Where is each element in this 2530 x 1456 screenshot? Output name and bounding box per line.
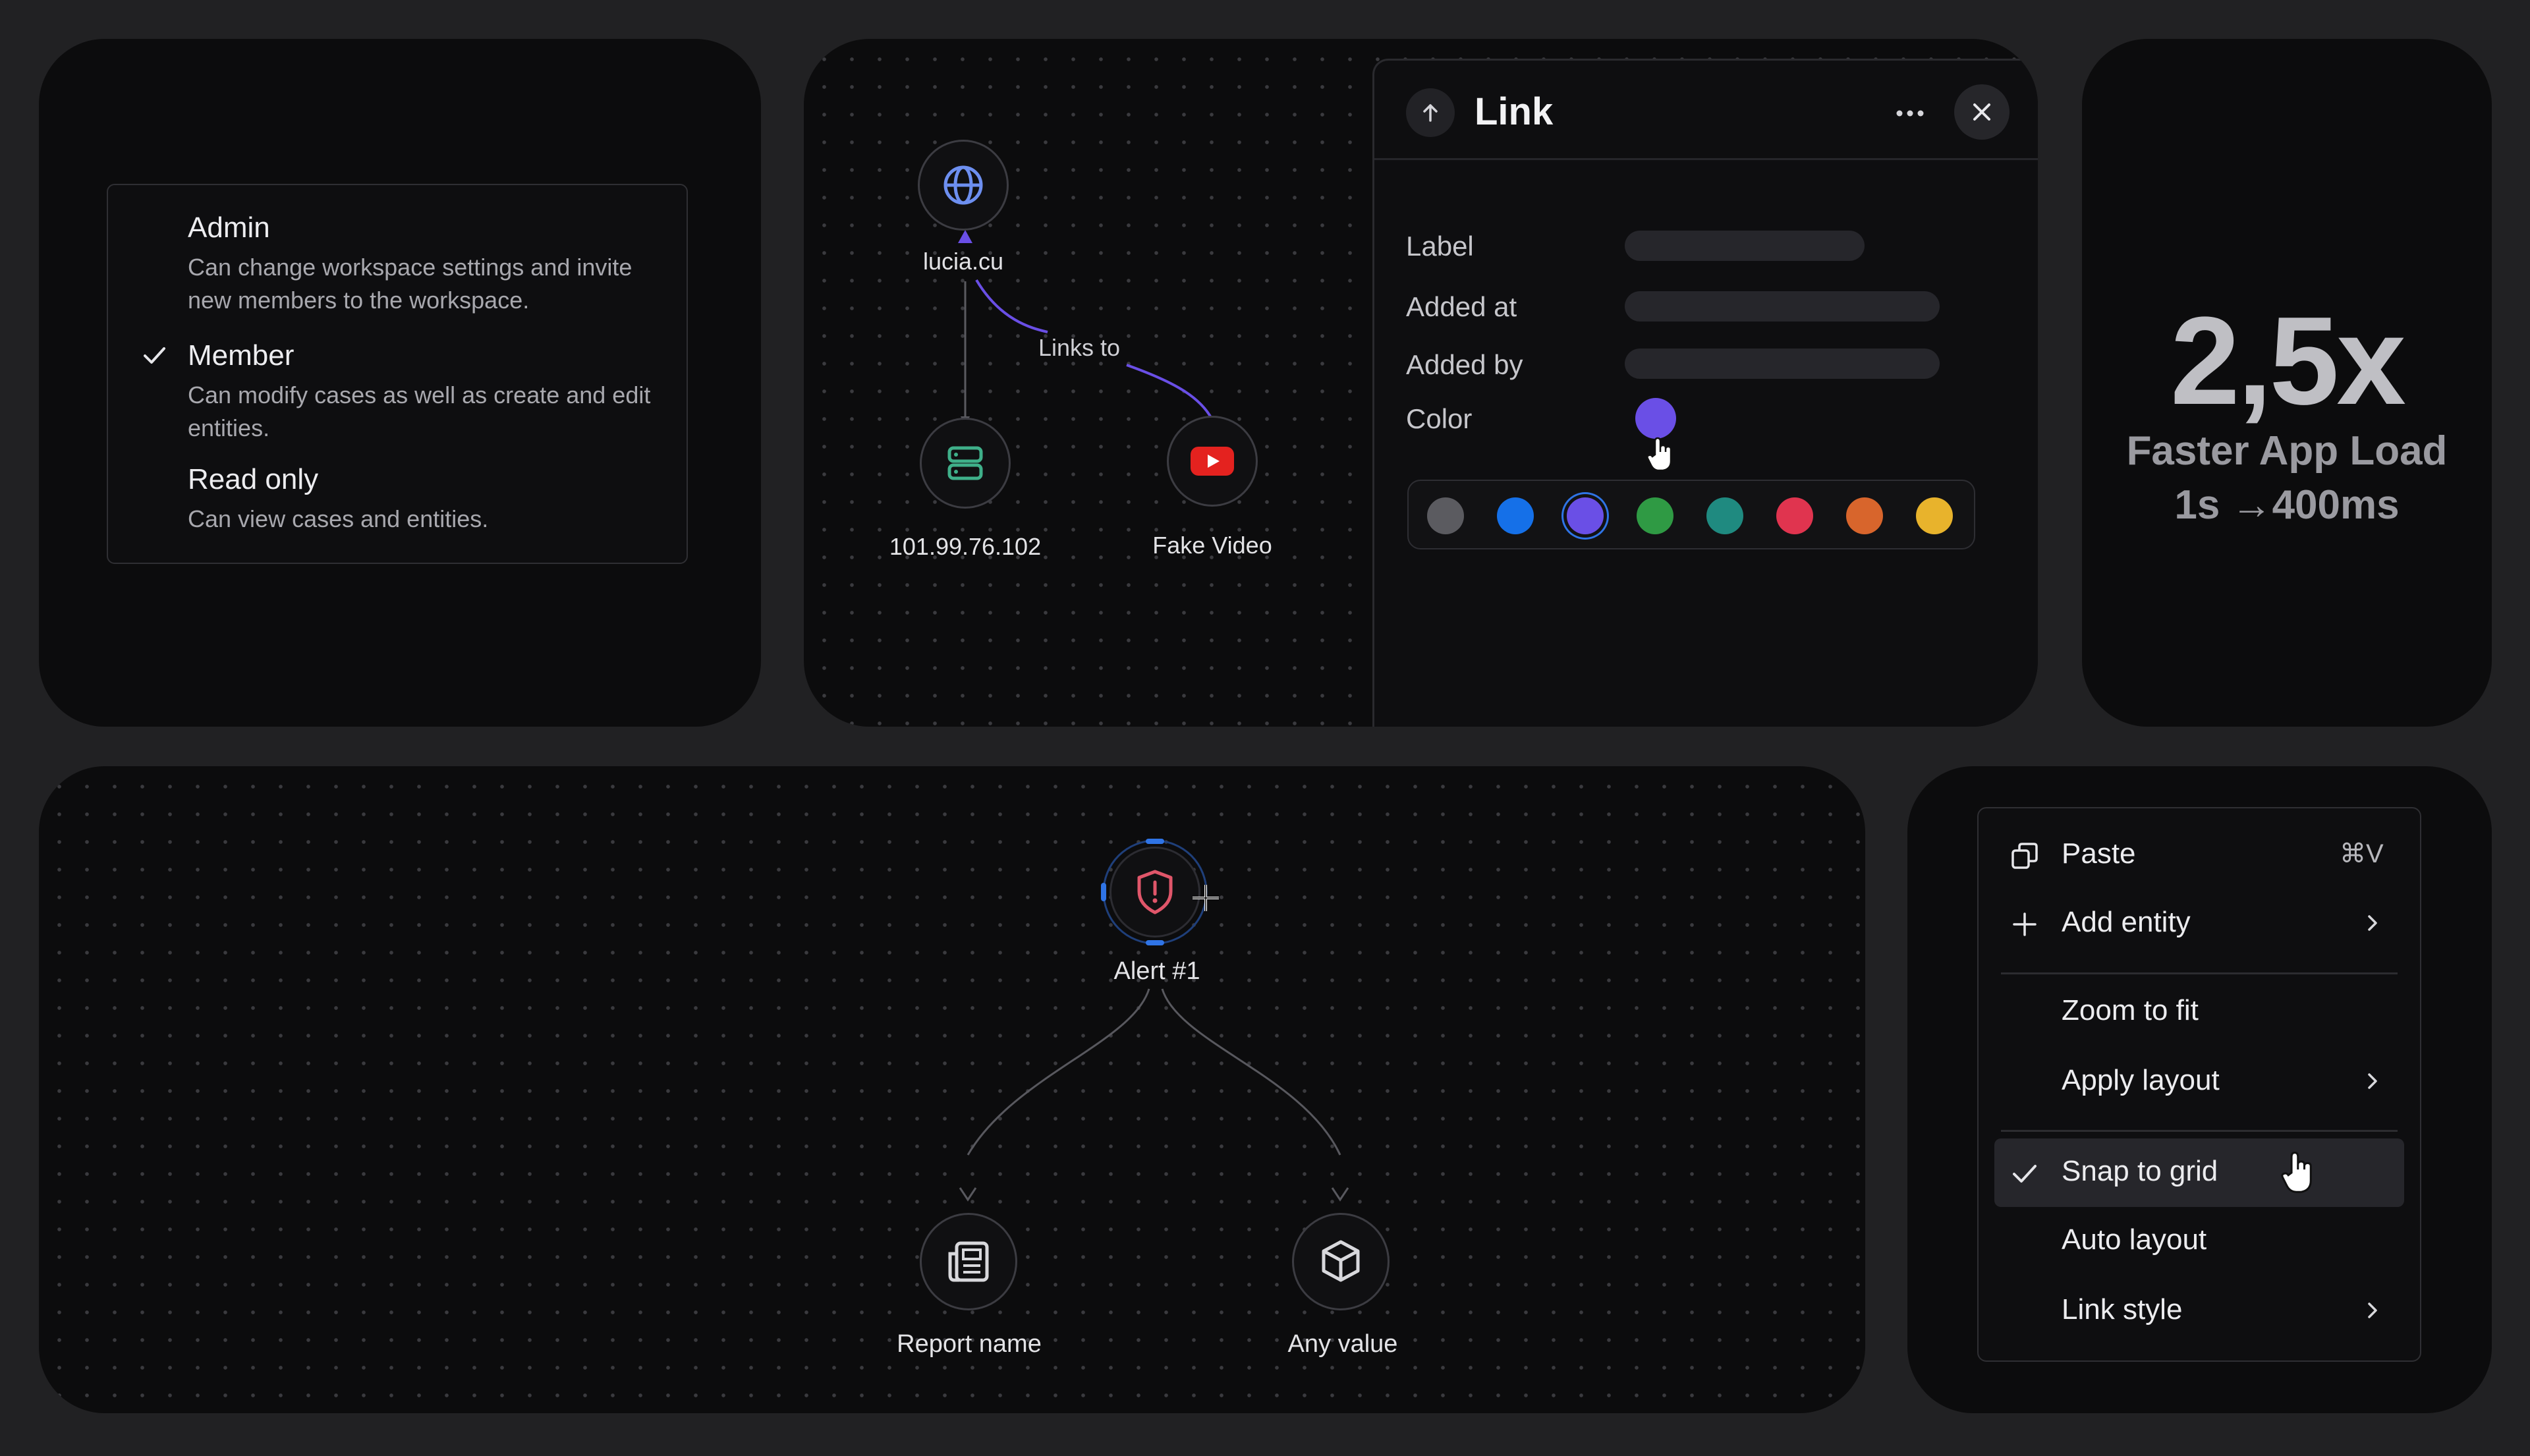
role-option-admin[interactable]: Admin Can change workspace settings and … — [108, 185, 687, 314]
edge-links-to — [975, 279, 1048, 333]
edge-arrow — [958, 230, 972, 243]
context-menu: Paste ⌘V Add entity Zoom to fit Apply la… — [1977, 807, 2421, 1362]
menu-item-auto-layout[interactable]: Auto layout — [1979, 1208, 2420, 1274]
report-icon — [948, 1241, 989, 1282]
menu-item-apply-layout[interactable]: Apply layout — [1979, 1048, 2420, 1114]
field-label-added-at: Added at — [1406, 291, 1517, 322]
hand-pointer-cursor-icon — [1646, 437, 1672, 472]
edge-label: Links to — [1038, 334, 1121, 361]
role-option-read-only[interactable]: Read only Can view cases and entities. — [108, 449, 687, 561]
globe-icon — [943, 165, 983, 205]
role-title: Member — [188, 339, 295, 372]
field-label-color: Color — [1406, 403, 1473, 434]
role-description: Can modify cases as well as create and e… — [188, 381, 651, 441]
menu-item-link-style[interactable]: Link style — [1979, 1277, 2420, 1343]
close-button[interactable] — [1954, 84, 2010, 140]
menu-label: Apply layout — [2062, 1064, 2220, 1096]
menu-item-zoom-to-fit[interactable]: Zoom to fit — [1979, 978, 2420, 1044]
stat-caption: Faster App Load — [2126, 428, 2448, 474]
youtube-icon — [1191, 447, 1234, 476]
added-by-value-placeholder — [1625, 349, 1940, 379]
color-swatch[interactable] — [1916, 497, 1953, 534]
menu-item-add-entity[interactable]: Add entity — [1979, 890, 2420, 956]
graph-edges — [958, 230, 1217, 428]
collapse-button[interactable] — [1406, 88, 1455, 137]
node-video[interactable] — [1167, 416, 1258, 507]
server-icon — [947, 446, 983, 480]
arrow-up-icon — [1423, 104, 1438, 122]
node-alert[interactable] — [1110, 847, 1200, 938]
role-description: Can change workspace settings and invite… — [188, 254, 632, 314]
chevron-right-icon — [2368, 1073, 2377, 1089]
node-any-value[interactable] — [1292, 1213, 1390, 1310]
menu-item-snap-to-grid[interactable]: Snap to grid — [1979, 1139, 2420, 1205]
link-graph-card: lucia.cu 101.99.76.102 Fake Video Links … — [804, 39, 2038, 727]
node-label-report: Report name — [897, 1330, 1042, 1358]
node-label-domain: lucia.cu — [922, 248, 1004, 275]
checkmark-icon — [144, 347, 165, 364]
role-selector-dropdown: Admin Can change workspace settings and … — [107, 184, 688, 564]
panel-title: Link — [1475, 90, 1554, 133]
menu-label: Snap to grid — [2062, 1155, 2218, 1187]
node-ip[interactable] — [920, 418, 1011, 509]
color-swatch-picker — [1407, 480, 1975, 549]
stat-value: 2,5x — [2170, 291, 2406, 431]
alert-graph-edges — [959, 839, 1349, 1202]
selected-color-dot[interactable] — [1635, 398, 1676, 439]
field-label-label: Label — [1406, 231, 1474, 262]
field-label-added-by: Added by — [1406, 349, 1523, 380]
more-options-button[interactable] — [1887, 95, 1933, 132]
cube-icon — [1322, 1240, 1360, 1282]
close-icon — [1973, 103, 1990, 121]
node-label-alert: Alert #1 — [1113, 957, 1200, 985]
node-label-ip: 101.99.76.102 — [889, 533, 1042, 560]
crosshair-cursor-icon — [1193, 885, 1219, 911]
added-at-value-placeholder — [1625, 291, 1940, 322]
color-swatch[interactable] — [1497, 497, 1534, 534]
roles-card: Admin Can change workspace settings and … — [39, 39, 761, 727]
color-swatch[interactable] — [1567, 497, 1604, 534]
menu-separator — [2001, 972, 2398, 974]
role-title: Admin — [188, 211, 270, 244]
menu-label: Paste — [2062, 837, 2136, 870]
role-option-member[interactable]: Member Can modify cases as well as creat… — [108, 310, 687, 441]
checkmark-icon — [2013, 1165, 2037, 1183]
color-swatch[interactable] — [1637, 497, 1673, 534]
menu-label: Add entity — [2062, 906, 2191, 938]
node-report[interactable] — [920, 1213, 1017, 1310]
color-swatch[interactable] — [1846, 497, 1883, 534]
menu-label: Auto layout — [2062, 1223, 2207, 1256]
edge-alert-value — [1161, 988, 1341, 1156]
color-swatch[interactable] — [1776, 497, 1813, 534]
menu-separator — [2001, 1130, 2398, 1132]
link-details-panel: Link Label Added at Added by Color — [1372, 59, 2038, 727]
chevron-right-icon — [2368, 1302, 2377, 1318]
node-domain[interactable] — [918, 140, 1009, 231]
color-swatch[interactable] — [1706, 497, 1743, 534]
menu-label: Link style — [2062, 1293, 2183, 1326]
hand-pointer-cursor-icon — [2281, 1152, 2312, 1193]
performance-stat-card: 2,5x Faster App Load 1s →400ms — [2082, 39, 2492, 727]
label-value-placeholder[interactable] — [1625, 231, 1865, 261]
menu-item-paste[interactable]: Paste ⌘V — [1979, 822, 2420, 887]
context-menu-card: Paste ⌘V Add entity Zoom to fit Apply la… — [1907, 766, 2492, 1413]
edge-alert-report — [967, 988, 1150, 1156]
plus-icon — [2013, 912, 2037, 936]
color-swatch[interactable] — [1427, 497, 1464, 534]
shield-alert-icon — [1137, 870, 1173, 914]
stat-detail: 1s →400ms — [2174, 482, 2400, 528]
node-label-video: Fake Video — [1152, 532, 1272, 559]
node-label-any-value: Any value — [1287, 1330, 1398, 1358]
chevron-right-icon — [2368, 915, 2377, 931]
copy-icon — [2011, 843, 2038, 869]
role-description: Can view cases and entities. — [188, 505, 489, 532]
keyboard-shortcut: ⌘V — [2340, 839, 2384, 868]
alert-graph-card: Alert #1 Report name Any value — [39, 766, 1865, 1413]
role-title: Read only — [188, 463, 319, 495]
panel-header: Link — [1374, 61, 2038, 160]
menu-label: Zoom to fit — [2062, 994, 2199, 1026]
more-horizontal-icon — [1896, 110, 1924, 117]
